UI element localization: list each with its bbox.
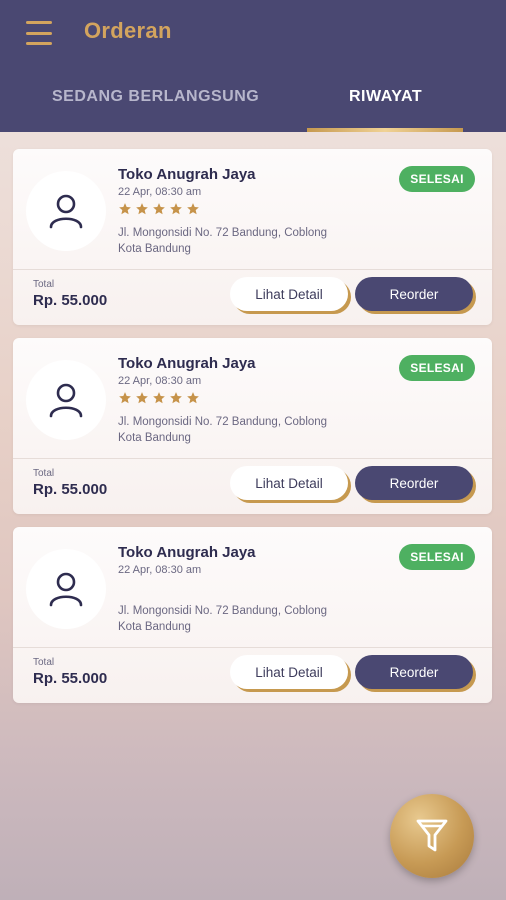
status-badge: SELESAI [399,544,475,570]
store-avatar [26,171,106,251]
star-icon [119,203,131,215]
address-line-2: Kota Bandung [118,621,191,633]
store-address: Jl. Mongonsidi No. 72 Bandung, Coblong K… [118,603,358,635]
user-icon [49,194,83,229]
star-icon [170,203,182,215]
lihat-detail-button[interactable]: Lihat Detail [230,277,348,311]
user-icon [49,572,83,607]
star-icon [119,392,131,404]
rating-stars [118,391,200,407]
page-title: Orderan [84,18,172,43]
star-icon [153,392,165,404]
divider [13,269,492,270]
total-label: Total [33,657,55,668]
divider [13,458,492,459]
star-icon [136,203,148,215]
divider [13,647,492,648]
filter-button[interactable] [390,794,474,878]
address-line-2: Kota Bandung [118,243,191,255]
address-line-1: Jl. Mongonsidi No. 72 Bandung, Coblong [118,605,328,617]
lihat-detail-button[interactable]: Lihat Detail [230,466,348,500]
order-date: 22 Apr, 08:30 am [118,564,202,576]
order-card: Toko Anugrah Jaya 22 Apr, 08:30 am Jl. M… [13,149,492,325]
star-icon [136,392,148,404]
star-icon [187,392,199,404]
star-icon [187,203,199,215]
total-value: Rp. 55.000 [33,292,108,309]
lihat-detail-button[interactable]: Lihat Detail [230,655,348,689]
total-label: Total [33,468,55,479]
total-value: Rp. 55.000 [33,670,108,687]
store-address: Jl. Mongonsidi No. 72 Bandung, Coblong K… [118,414,358,446]
store-name: Toko Anugrah Jaya [118,544,256,561]
order-date: 22 Apr, 08:30 am [118,375,202,387]
address-line-1: Jl. Mongonsidi No. 72 Bandung, Coblong [118,227,328,239]
status-badge: SELESAI [399,166,475,192]
address-line-1: Jl. Mongonsidi No. 72 Bandung, Coblong [118,416,328,428]
reorder-button[interactable]: Reorder [355,655,473,689]
active-tab-indicator [307,128,463,132]
reorder-button[interactable]: Reorder [355,466,473,500]
store-address: Jl. Mongonsidi No. 72 Bandung, Coblong K… [118,225,358,257]
address-line-2: Kota Bandung [118,432,191,444]
store-name: Toko Anugrah Jaya [118,166,256,183]
reorder-button[interactable]: Reorder [355,277,473,311]
status-badge: SELESAI [399,355,475,381]
app-bar: Orderan SEDANG BERLANGSUNG RIWAYAT [0,0,506,132]
star-icon [153,203,165,215]
total-label: Total [33,279,55,290]
filter-icon [416,819,448,852]
order-card: Toko Anugrah Jaya 22 Apr, 08:30 am Jl. M… [13,338,492,514]
total-value: Rp. 55.000 [33,481,108,498]
store-avatar [26,360,106,440]
tab-riwayat[interactable]: RIWAYAT [349,88,422,106]
tab-sedang-berlangsung[interactable]: SEDANG BERLANGSUNG [52,88,259,106]
user-icon [49,383,83,418]
order-date: 22 Apr, 08:30 am [118,186,202,198]
star-icon [170,392,182,404]
store-avatar [26,549,106,629]
order-card: Toko Anugrah Jaya 22 Apr, 08:30 am Jl. M… [13,527,492,703]
store-name: Toko Anugrah Jaya [118,355,256,372]
rating-stars [118,202,200,218]
hamburger-icon[interactable] [26,21,52,45]
